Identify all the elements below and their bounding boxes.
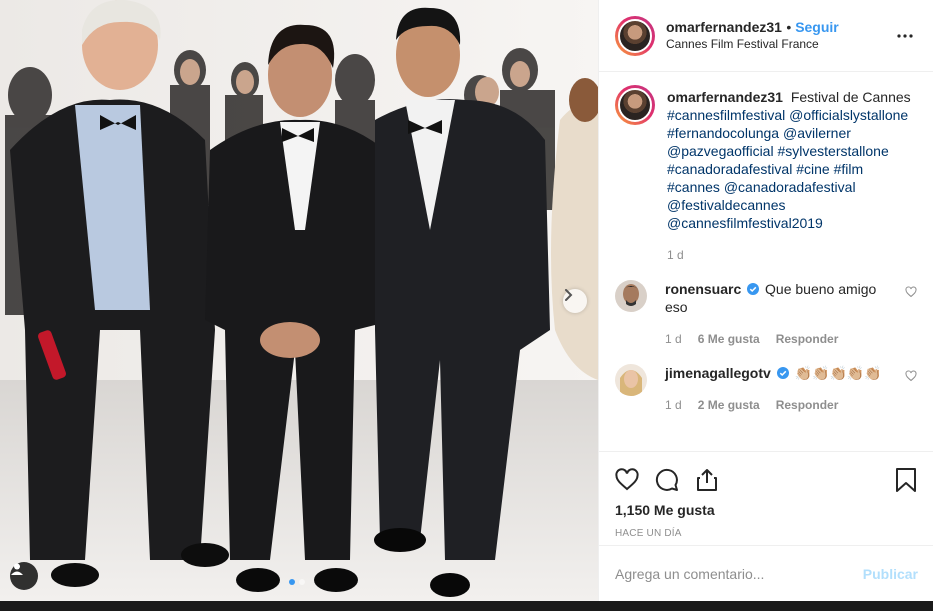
follow-button[interactable]: Seguir — [795, 19, 839, 35]
comment-username[interactable]: jimenagallegotv — [665, 365, 771, 381]
carousel-dots — [289, 579, 305, 585]
hashtag-link[interactable]: #fernandocolunga — [667, 125, 779, 141]
hashtag-link[interactable]: #cannesfilmfestival — [667, 107, 785, 123]
avatar[interactable] — [615, 15, 655, 56]
hashtag-link[interactable]: @avilerner — [783, 125, 851, 141]
publish-button[interactable]: Publicar — [863, 566, 918, 582]
hashtag-link[interactable]: #cine — [796, 161, 829, 177]
more-options-button[interactable] — [893, 33, 917, 38]
verified-icon — [747, 283, 760, 295]
share-button[interactable] — [695, 468, 719, 492]
caption: omarfernandez31 Festival de Cannes #cann… — [615, 85, 917, 264]
caption-username[interactable]: omarfernandez31 — [667, 89, 783, 105]
comment-item: ronensuarc Que bueno amigo eso 1 d 6 Me … — [615, 280, 917, 348]
likes-count[interactable]: 1,150 Me gusta — [599, 502, 933, 518]
like-button[interactable] — [615, 468, 639, 492]
comment-time[interactable]: 1 d — [665, 396, 682, 414]
hashtag-link[interactable]: @pazvegaofficial — [667, 143, 774, 159]
comment-text: 👏🏼👏🏼👏🏼👏🏼👏🏼 — [794, 365, 882, 381]
caption-hashtags: #cannesfilmfestival @officialslystallone… — [667, 107, 908, 231]
like-comment-heart-icon[interactable] — [905, 286, 917, 298]
reply-button[interactable]: Responder — [776, 330, 839, 348]
comments-list[interactable]: omarfernandez31 Festival de Cannes #cann… — [599, 72, 933, 452]
save-button[interactable] — [895, 468, 917, 492]
avatar[interactable] — [615, 85, 655, 125]
user-tags-button[interactable] — [10, 562, 38, 590]
verified-icon — [776, 367, 789, 379]
location-link[interactable]: Cannes Film Festival France — [666, 36, 893, 53]
avatar[interactable] — [615, 364, 647, 396]
heart-icon — [615, 468, 639, 491]
comment-input[interactable] — [615, 565, 863, 582]
avatar[interactable] — [615, 280, 647, 312]
comment-item: jimenagallegotv 👏🏼👏🏼👏🏼👏🏼👏🏼 1 d 2 Me gust… — [615, 364, 917, 414]
chevron-right-icon — [565, 289, 573, 301]
reply-button[interactable]: Responder — [776, 396, 839, 414]
caption-time[interactable]: 1 d — [667, 246, 684, 264]
hashtag-link[interactable]: @officialslystallone — [789, 107, 908, 123]
hashtag-link[interactable]: #cannes — [667, 179, 720, 195]
hashtag-link[interactable]: #sylvesterstallone — [777, 143, 888, 159]
carousel-next-button[interactable] — [563, 289, 587, 313]
header-username[interactable]: omarfernandez31 — [666, 19, 782, 35]
post-side-panel: omarfernandez31 • Seguir Cannes Film Fes… — [598, 0, 933, 601]
bookmark-icon — [896, 468, 916, 492]
post-photo[interactable] — [0, 0, 598, 601]
comment-icon — [655, 468, 678, 491]
post-header: omarfernandez31 • Seguir Cannes Film Fes… — [599, 0, 933, 72]
comment-username[interactable]: ronensuarc — [665, 281, 741, 297]
carousel-dot — [289, 579, 295, 585]
user-tag-icon — [11, 563, 23, 575]
like-comment-heart-icon[interactable] — [905, 370, 917, 382]
separator-dot: • — [786, 18, 796, 35]
caption-text: Festival de Cannes — [790, 89, 911, 105]
hashtag-link[interactable]: @canadoradafestival — [724, 179, 856, 195]
post-timestamp[interactable]: Hace un día — [599, 528, 933, 539]
comment-button[interactable] — [655, 468, 679, 492]
hashtag-link[interactable]: @festivaldecannes — [667, 197, 786, 213]
comment-time[interactable]: 1 d — [665, 330, 682, 348]
hashtag-link[interactable]: @cannesfilmfestival2019 — [667, 215, 823, 231]
hashtag-link[interactable]: #canadoradafestival — [667, 161, 792, 177]
photo-illustration — [0, 0, 598, 601]
carousel-dot — [299, 579, 305, 585]
comment-composer: Publicar — [599, 545, 933, 601]
next-row-preview — [0, 601, 933, 611]
post-actions — [599, 458, 933, 502]
hashtag-link[interactable]: #film — [834, 161, 864, 177]
comment-likes[interactable]: 2 Me gusta — [698, 396, 760, 414]
more-icon — [897, 33, 913, 38]
share-icon — [697, 469, 717, 491]
comment-likes[interactable]: 6 Me gusta — [698, 330, 760, 348]
